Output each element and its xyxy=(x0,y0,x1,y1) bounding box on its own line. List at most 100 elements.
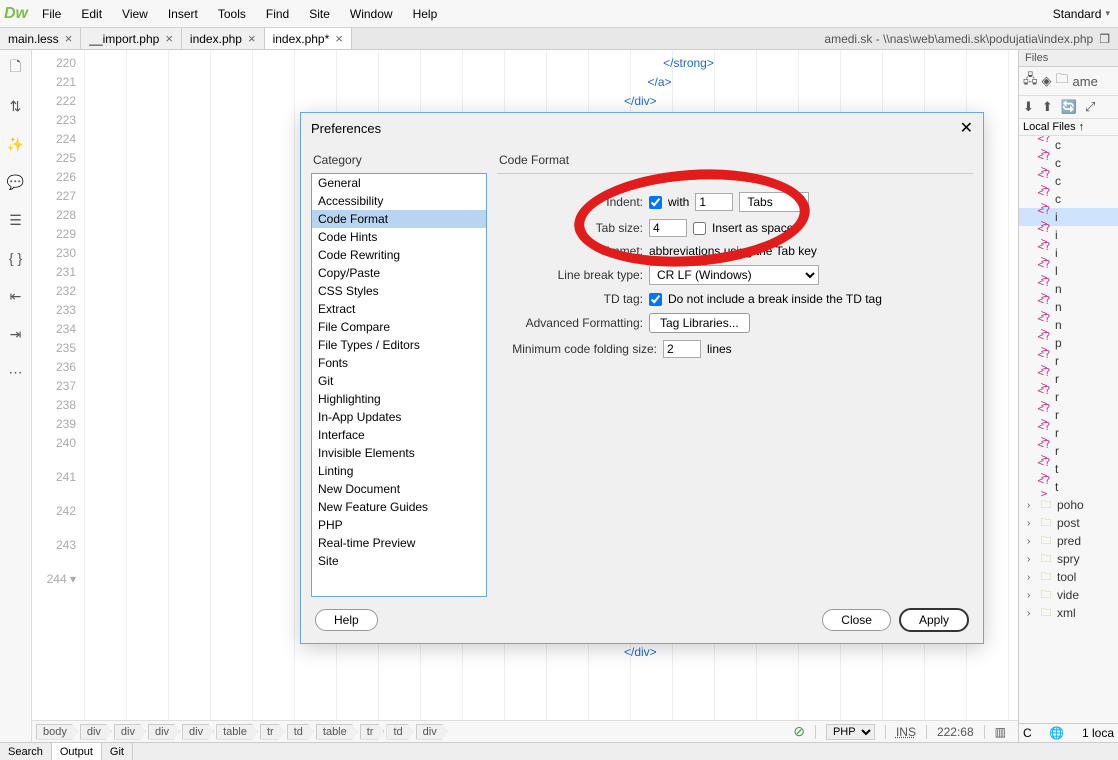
category-list[interactable]: GeneralAccessibilityCode FormatCode Hint… xyxy=(311,173,487,597)
close-icon[interactable]: × xyxy=(65,31,73,46)
file-row[interactable]: <?>t xyxy=(1019,478,1118,496)
sync-status-icon[interactable]: C xyxy=(1023,726,1032,740)
overview-icon[interactable]: ▥ xyxy=(995,725,1006,739)
folder-row[interactable]: ›🗀tool xyxy=(1019,568,1118,586)
file-row[interactable]: <?>i xyxy=(1019,208,1118,226)
category-item[interactable]: Real-time Preview xyxy=(312,534,486,552)
file-row[interactable]: <?>t xyxy=(1019,460,1118,478)
indent-unit-select[interactable]: Tabs xyxy=(739,192,809,212)
file-row[interactable]: <?>r xyxy=(1019,352,1118,370)
site-name[interactable]: ame xyxy=(1073,74,1098,89)
close-icon[interactable]: × xyxy=(248,31,256,46)
menu-site[interactable]: Site xyxy=(299,0,340,27)
file-row[interactable]: <?>l xyxy=(1019,262,1118,280)
insert-mode[interactable]: INS xyxy=(896,725,916,739)
tab-git[interactable]: Git xyxy=(102,743,133,760)
upload-icon[interactable]: ⬆ xyxy=(1042,99,1053,115)
tab-main-less[interactable]: main.less× xyxy=(0,28,81,49)
more-icon[interactable]: ⋯ xyxy=(6,362,26,382)
swap-icon[interactable]: ⇅ xyxy=(6,96,26,116)
indent-size-input[interactable] xyxy=(695,193,733,211)
tdtag-checkbox[interactable] xyxy=(649,293,662,306)
category-item[interactable]: Fonts xyxy=(312,354,486,372)
insert-spaces-checkbox[interactable] xyxy=(693,222,706,235)
file-row[interactable]: <?>n xyxy=(1019,316,1118,334)
category-item[interactable]: In-App Updates xyxy=(312,408,486,426)
category-item[interactable]: File Compare xyxy=(312,318,486,336)
restore-icon[interactable]: ❐ xyxy=(1099,32,1110,46)
category-item[interactable]: Copy/Paste xyxy=(312,264,486,282)
category-item[interactable]: Linting xyxy=(312,462,486,480)
category-item[interactable]: Invisible Elements xyxy=(312,444,486,462)
indent-checkbox[interactable] xyxy=(649,196,662,209)
file-row[interactable]: <?>r xyxy=(1019,370,1118,388)
category-item[interactable]: Interface xyxy=(312,426,486,444)
category-item[interactable]: New Feature Guides xyxy=(312,498,486,516)
tab-search[interactable]: Search xyxy=(0,743,52,760)
menu-window[interactable]: Window xyxy=(340,0,403,27)
wand-icon[interactable]: ✨ xyxy=(6,134,26,154)
file-row[interactable]: <?>c xyxy=(1019,136,1118,154)
tab-index-php[interactable]: index.php× xyxy=(182,28,265,49)
tab-import-php[interactable]: __import.php× xyxy=(81,28,182,49)
sync-icon[interactable]: 🔄 xyxy=(1061,99,1077,115)
comment-icon[interactable]: 💬 xyxy=(6,172,26,192)
apply-button[interactable]: Apply xyxy=(899,608,969,632)
file-row[interactable]: <?>r xyxy=(1019,424,1118,442)
breadcrumb-div[interactable]: div xyxy=(80,724,112,740)
tag-libraries-button[interactable]: Tag Libraries... xyxy=(649,313,750,333)
folder-row[interactable]: ›🗀post xyxy=(1019,514,1118,532)
folder-row[interactable]: ›🗀pred xyxy=(1019,532,1118,550)
breadcrumb-td[interactable]: td xyxy=(287,724,314,740)
category-item[interactable]: Git xyxy=(312,372,486,390)
menu-find[interactable]: Find xyxy=(256,0,299,27)
breadcrumb-div[interactable]: div xyxy=(114,724,146,740)
indent-right-icon[interactable]: ⇥ xyxy=(6,324,26,344)
file-icon[interactable]: 🗋 xyxy=(6,58,26,78)
breadcrumb-table[interactable]: table xyxy=(316,724,358,740)
file-row[interactable]: <?>p xyxy=(1019,334,1118,352)
category-item[interactable]: Code Format xyxy=(312,210,486,228)
menu-insert[interactable]: Insert xyxy=(158,0,208,27)
file-row[interactable]: <?>n xyxy=(1019,280,1118,298)
breadcrumb-body[interactable]: body xyxy=(36,724,78,740)
menu-tools[interactable]: Tools xyxy=(208,0,256,27)
file-row[interactable]: <?>n xyxy=(1019,298,1118,316)
breadcrumb-div[interactable]: div xyxy=(148,724,180,740)
file-row[interactable]: <?>i xyxy=(1019,244,1118,262)
expand-icon[interactable]: ⤢ xyxy=(1085,99,1095,115)
minfold-input[interactable] xyxy=(663,340,701,358)
menu-help[interactable]: Help xyxy=(403,0,448,27)
category-item[interactable]: PHP xyxy=(312,516,486,534)
wrap-icon[interactable]: ☰ xyxy=(6,210,26,230)
help-button[interactable]: Help xyxy=(315,609,378,631)
folder-row[interactable]: ›🗀xml xyxy=(1019,604,1118,622)
category-item[interactable]: CSS Styles xyxy=(312,282,486,300)
menu-view[interactable]: View xyxy=(112,0,158,27)
category-item[interactable]: Site xyxy=(312,552,486,570)
close-icon[interactable]: ✕ xyxy=(960,118,973,138)
file-row[interactable]: <?>r xyxy=(1019,442,1118,460)
indent-left-icon[interactable]: ⇤ xyxy=(6,286,26,306)
folder-row[interactable]: ›🗀vide xyxy=(1019,586,1118,604)
brackets-icon[interactable]: { } xyxy=(6,248,26,268)
language-select[interactable]: PHP xyxy=(826,724,875,740)
file-row[interactable]: <?>r xyxy=(1019,406,1118,424)
breadcrumb-table[interactable]: table xyxy=(216,724,258,740)
file-row[interactable]: <?>r xyxy=(1019,388,1118,406)
breadcrumb-div[interactable]: div xyxy=(416,724,448,740)
category-item[interactable]: Code Hints xyxy=(312,228,486,246)
server-icon[interactable]: 🖧 xyxy=(1023,70,1038,92)
tab-output[interactable]: Output xyxy=(52,743,102,760)
breadcrumb-tr[interactable]: tr xyxy=(260,724,285,740)
category-item[interactable]: General xyxy=(312,174,486,192)
tab-index-php-mod[interactable]: index.php*× xyxy=(265,28,352,49)
breadcrumb-td[interactable]: td xyxy=(386,724,413,740)
category-item[interactable]: File Types / Editors xyxy=(312,336,486,354)
close-icon[interactable]: × xyxy=(165,31,173,46)
folder-row[interactable]: ›🗀spry xyxy=(1019,550,1118,568)
file-row[interactable]: <?>c xyxy=(1019,172,1118,190)
file-row[interactable]: <?>i xyxy=(1019,226,1118,244)
ftp-icon[interactable]: ◈ xyxy=(1042,73,1052,89)
download-icon[interactable]: ⬇ xyxy=(1023,99,1034,115)
